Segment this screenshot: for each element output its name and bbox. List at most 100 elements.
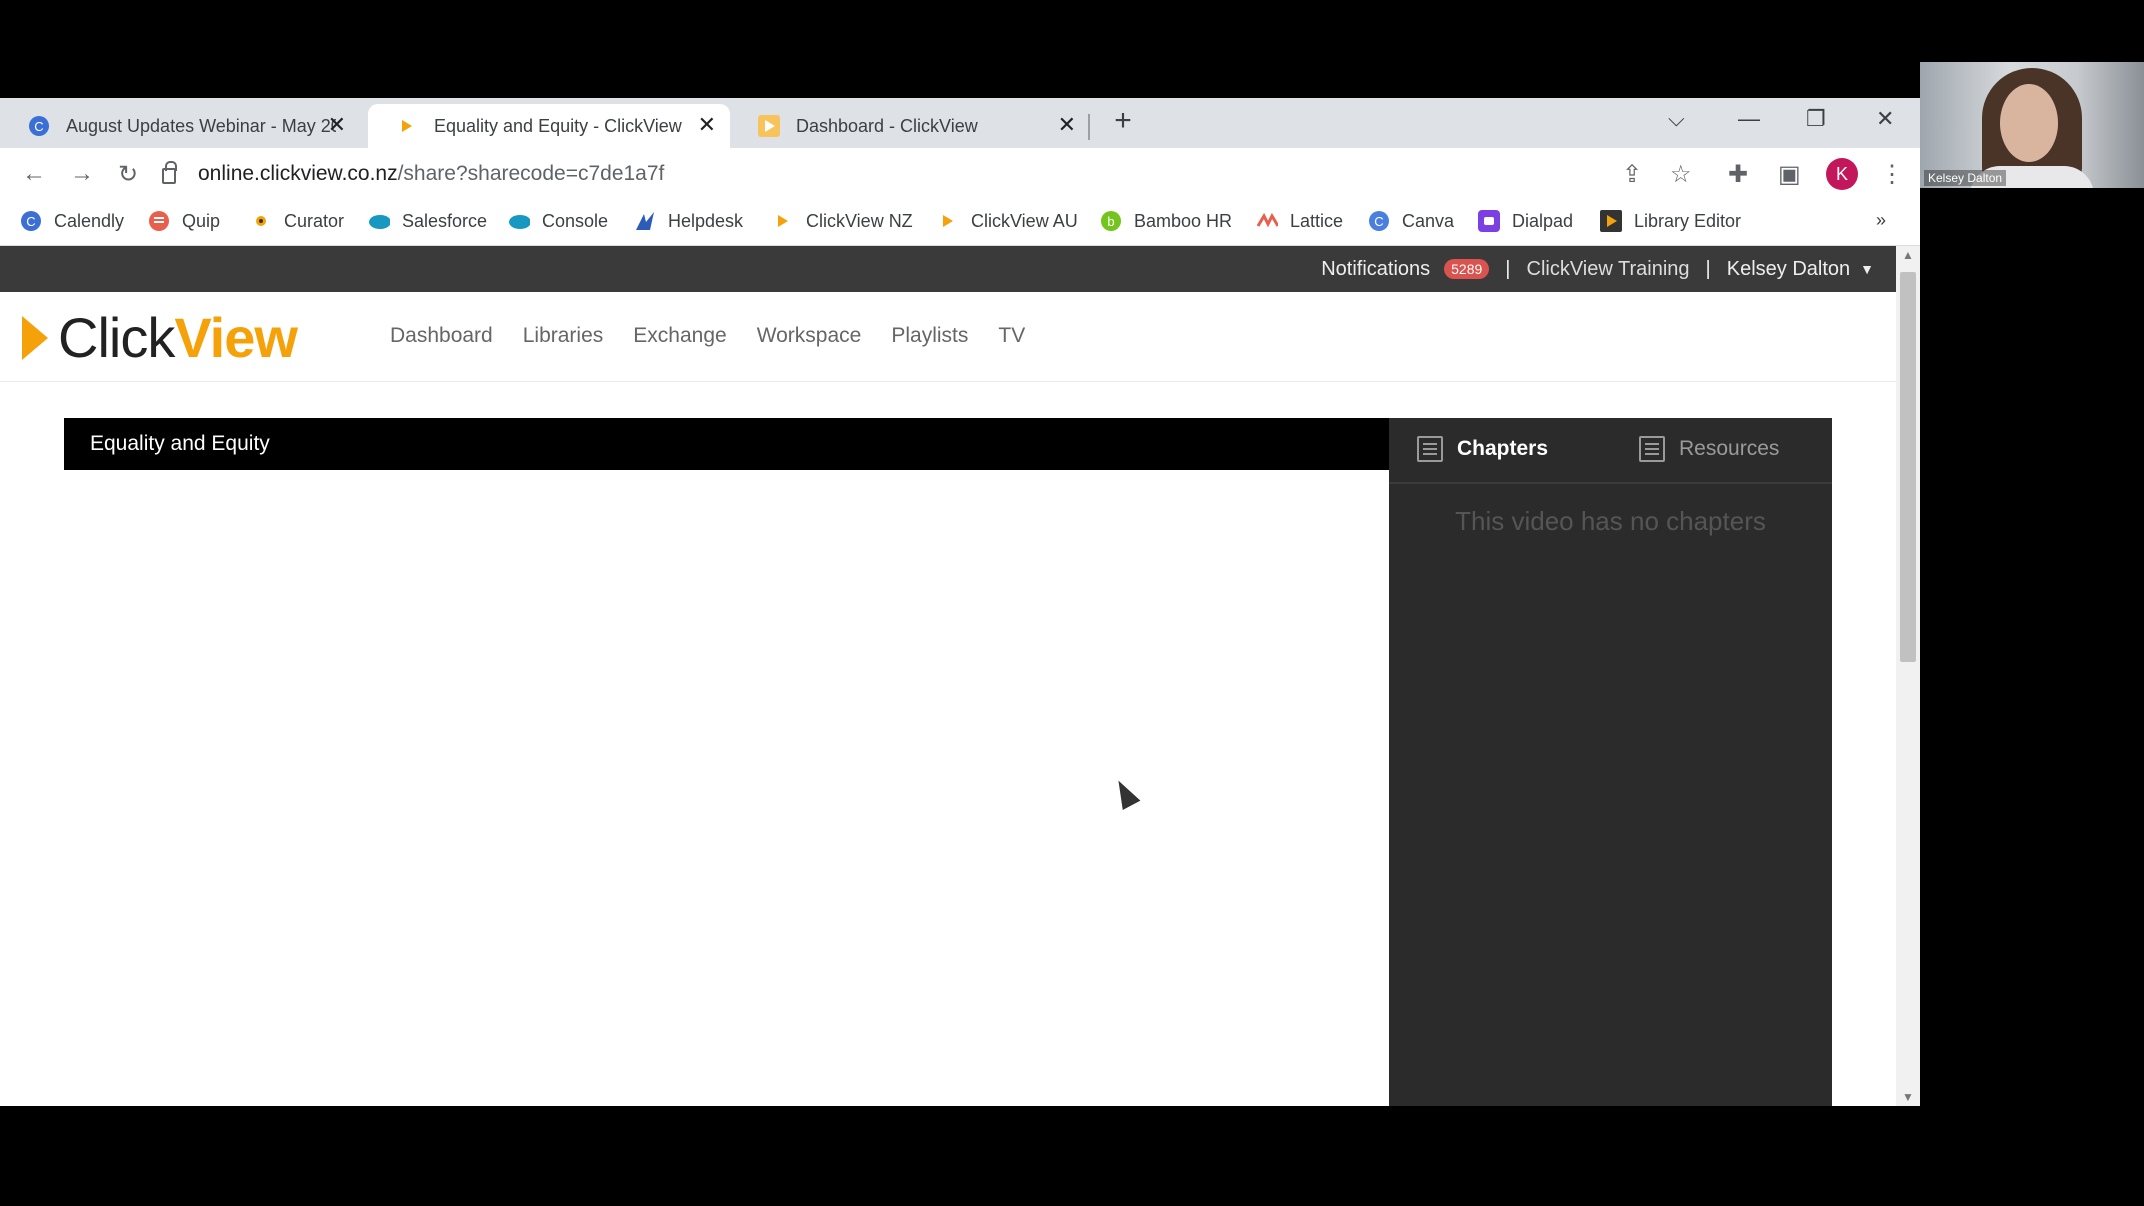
scroll-up-icon[interactable]: ▲: [1902, 248, 1914, 262]
bookmark-label: Quip: [182, 210, 221, 231]
bookmark-curator[interactable]: Curator: [250, 210, 344, 232]
nav-exchange[interactable]: Exchange: [633, 324, 726, 348]
site-header: ClickView Dashboard Libraries Exchange W…: [0, 292, 1896, 382]
bookmark-lattice[interactable]: Lattice: [1256, 210, 1343, 232]
notifications-link[interactable]: Notifications: [1321, 258, 1430, 281]
close-icon[interactable]: ✕: [698, 114, 716, 136]
tab-title: Dashboard - ClickView: [796, 115, 978, 136]
bookmark-label: Helpdesk: [668, 210, 744, 231]
clickview-icon: [758, 115, 780, 137]
tab-august-webinar[interactable]: C August Updates Webinar - May 2022 ✕: [0, 104, 360, 148]
nav-playlists[interactable]: Playlists: [891, 324, 968, 348]
scroll-down-icon[interactable]: ▼: [1902, 1090, 1914, 1104]
close-icon[interactable]: ✕: [1058, 114, 1076, 136]
profile-avatar[interactable]: K: [1826, 158, 1858, 190]
bookmark-label: Lattice: [1290, 210, 1344, 231]
menu-icon[interactable]: ⋮: [1880, 160, 1904, 189]
clickview-logo[interactable]: ClickView: [22, 310, 298, 366]
bookmark-helpdesk[interactable]: Helpdesk: [634, 210, 743, 232]
url-path: /share?sharecode=c7de1a7f: [397, 162, 665, 185]
top-bar: Notifications 5289 | ClickView Training …: [0, 246, 1896, 292]
extensions-icon[interactable]: ✚: [1728, 160, 1748, 189]
restore-icon[interactable]: ❐: [1806, 106, 1826, 132]
nav-workspace[interactable]: Workspace: [757, 324, 862, 348]
browser-window: C August Updates Webinar - May 2022 ✕ Eq…: [0, 98, 1920, 1106]
nav-tv[interactable]: TV: [998, 324, 1025, 348]
bookmark-star-icon[interactable]: ☆: [1670, 160, 1692, 189]
minimize-icon[interactable]: —: [1738, 106, 1760, 132]
side-panel-icon[interactable]: ▣: [1778, 160, 1801, 189]
bookmark-clickview-nz[interactable]: ClickView NZ: [772, 210, 913, 232]
tab-equality-and-equity[interactable]: Equality and Equity - ClickView ✕: [368, 104, 730, 148]
bookmark-label: Curator: [284, 210, 345, 231]
separator: |: [1705, 257, 1711, 280]
tab-resources[interactable]: Resources: [1639, 436, 1779, 462]
tab-dashboard[interactable]: Dashboard - ClickView ✕: [730, 104, 1090, 148]
logo-text-plain: Click: [58, 306, 175, 369]
svg-text:C: C: [1374, 214, 1383, 229]
share-icon[interactable]: ⇪: [1622, 160, 1642, 189]
bookmark-salesforce[interactable]: Salesforce: [368, 210, 487, 232]
separator: |: [1505, 257, 1511, 280]
bookmark-quip[interactable]: Quip: [148, 210, 220, 232]
helpdesk-icon: [634, 210, 656, 232]
dialpad-icon: [1478, 210, 1500, 232]
bookmark-calendly[interactable]: C Calendly: [20, 210, 124, 232]
bookmark-library-editor[interactable]: Library Editor: [1600, 210, 1741, 232]
bookmark-label: Salesforce: [402, 210, 488, 231]
back-icon[interactable]: ←: [22, 160, 46, 188]
nav-libraries[interactable]: Libraries: [523, 324, 604, 348]
bookmarks-bar: C Calendly Quip Curator Salesforce Conso…: [0, 198, 1920, 246]
training-link[interactable]: ClickView Training: [1527, 258, 1690, 281]
tab-strip: C August Updates Webinar - May 2022 ✕ Eq…: [0, 98, 1920, 148]
bookmark-label: Canva: [1402, 210, 1455, 231]
caret-down-icon[interactable]: ▼: [1860, 261, 1874, 277]
salesforce-icon: [508, 210, 530, 232]
calendly-icon: C: [28, 115, 50, 137]
url-host: online.clickview.co.nz: [198, 162, 398, 185]
more-bookmarks-button[interactable]: »: [1876, 210, 1886, 231]
tab-search-icon[interactable]: ⌵: [1668, 106, 1685, 132]
bamboo-hr-icon: b: [1100, 210, 1122, 232]
page-content: Notifications 5289 | ClickView Training …: [0, 246, 1896, 1106]
tab-title: Equality and Equity - ClickView: [434, 115, 682, 136]
clickview-icon: [772, 210, 794, 232]
empty-chapters-message: This video has no chapters: [1455, 506, 1766, 536]
document-icon: [1639, 436, 1665, 462]
bookmark-console[interactable]: Console: [508, 210, 608, 232]
address-bar[interactable]: online.clickview.co.nz/share?sharecode=c…: [162, 156, 1622, 192]
bookmark-dialpad[interactable]: Dialpad: [1478, 210, 1573, 232]
user-menu[interactable]: Kelsey Dalton: [1727, 258, 1850, 281]
bookmark-bamboo-hr[interactable]: b Bamboo HR: [1100, 210, 1232, 232]
clickview-icon: [1600, 210, 1622, 232]
lock-icon: [162, 161, 177, 184]
lattice-icon: [1256, 210, 1278, 232]
video-player[interactable]: Equality and Equity: [64, 418, 1389, 1106]
reload-icon[interactable]: ↻: [118, 160, 138, 189]
bookmark-clickview-au[interactable]: ClickView AU: [937, 210, 1078, 232]
person-face: [2000, 84, 2058, 162]
tab-chapters[interactable]: Chapters: [1417, 436, 1548, 462]
scrollbar[interactable]: ▲ ▼: [1896, 246, 1920, 1106]
curator-icon: [250, 210, 272, 232]
scrollbar-thumb[interactable]: [1900, 272, 1916, 662]
clickview-icon: [396, 115, 418, 137]
close-window-icon[interactable]: ✕: [1876, 106, 1894, 132]
side-panel: Chapters Resources This video has no cha…: [1389, 418, 1832, 1106]
bookmark-canva[interactable]: C Canva: [1368, 210, 1454, 232]
new-tab-button[interactable]: +: [1108, 106, 1138, 136]
close-icon[interactable]: ✕: [328, 114, 346, 136]
tab-title: August Updates Webinar - May 2022: [66, 115, 336, 136]
canva-icon: C: [1368, 210, 1390, 232]
bookmark-label: Dialpad: [1512, 210, 1574, 231]
bookmark-label: Console: [542, 210, 609, 231]
svg-text:C: C: [26, 214, 35, 229]
quip-icon: [148, 210, 170, 232]
browser-toolbar: ← → ↻ online.clickview.co.nz/share?share…: [0, 148, 1920, 198]
nav-dashboard[interactable]: Dashboard: [390, 324, 493, 348]
forward-icon[interactable]: →: [70, 160, 94, 188]
bookmark-label: Bamboo HR: [1134, 210, 1233, 231]
clickview-icon: [937, 210, 959, 232]
main-nav: Dashboard Libraries Exchange Workspace P…: [390, 324, 1055, 348]
screen: C August Updates Webinar - May 2022 ✕ Eq…: [0, 0, 2144, 1206]
